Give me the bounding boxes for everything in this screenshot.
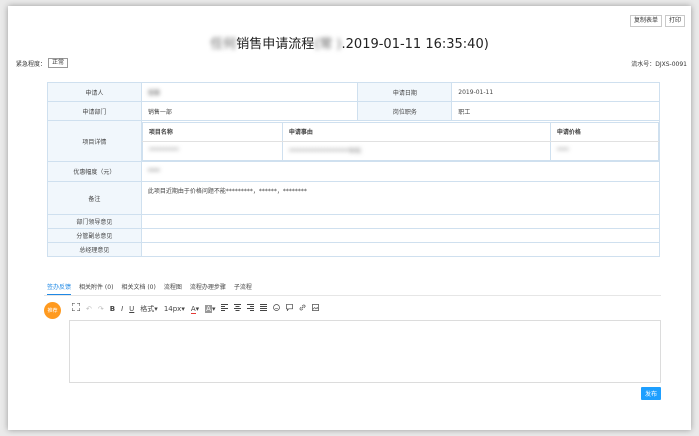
form-row-remark: 备注 此项目近期由于价格问题不能*********，******，*******… xyxy=(47,181,661,215)
publish-button[interactable]: 发布 xyxy=(641,387,662,400)
tab-steps[interactable]: 流程办理步骤 xyxy=(190,282,226,295)
font-color-button[interactable]: A▾ xyxy=(190,304,200,314)
undo-icon[interactable]: ↶ xyxy=(86,304,92,314)
project-name-cell: ********** xyxy=(141,140,283,161)
chevron-down-icon: ▾ xyxy=(154,304,158,313)
bg-color-button[interactable]: A▾ xyxy=(205,304,215,314)
form-row-dept: 申请部门 销售一部 岗位职务 职工 xyxy=(47,101,660,121)
project-header-price: 申请价格 xyxy=(549,121,660,142)
urgency-label: 紧急程度： xyxy=(16,60,47,68)
align-justify-icon[interactable] xyxy=(260,303,268,314)
applicant-value: 常事 xyxy=(140,82,359,102)
bold-button[interactable]: B xyxy=(110,304,115,314)
form-row-project: 项目详情 项目名称 申请事由 申请价格 ********** *********… xyxy=(47,120,661,162)
form-sheet: 复制表单 打印 任何销售申请流程(常 ).2019-01-11 16:35:40… xyxy=(8,6,691,430)
remark-value: 此项目近期由于价格问题不能*********，******，******** xyxy=(140,181,661,215)
title-main: 销售申请流程 xyxy=(236,37,315,52)
chevron-down-icon: ▾ xyxy=(211,304,216,313)
title-blurred-prefix: 任何 xyxy=(210,37,237,52)
feedback-editor[interactable] xyxy=(69,320,661,383)
project-label: 项目详情 xyxy=(47,120,142,162)
project-price-cell: **** xyxy=(549,140,660,161)
copy-form-button[interactable]: 复制表单 xyxy=(629,15,662,27)
link-icon[interactable] xyxy=(299,304,306,314)
gm-label: 总经理意见 xyxy=(47,242,142,257)
tab-subprocess[interactable]: 子流程 xyxy=(234,282,252,295)
position-value: 职工 xyxy=(451,101,660,121)
bottom-tabs: 签办反馈 相关附件 (0) 相关文档 (0) 流程图 流程办理步骤 子流程 xyxy=(47,282,252,295)
align-center-icon[interactable] xyxy=(234,303,242,314)
chevron-down-icon: ▾ xyxy=(181,304,185,313)
page-title: 任何销售申请流程(常 ).2019-01-11 16:35:40) xyxy=(8,33,691,52)
project-header-reason: 申请事由 xyxy=(281,121,551,142)
dept-label: 申请部门 xyxy=(47,101,142,121)
fontsize-label: 14px xyxy=(163,304,182,313)
tab-attachments[interactable]: 相关附件 (0) xyxy=(79,282,113,295)
vp-label: 分管副总意见 xyxy=(47,228,142,243)
bg-color-label: A xyxy=(205,304,212,313)
print-button[interactable]: 打印 xyxy=(664,15,685,27)
comment-icon[interactable] xyxy=(286,303,294,314)
form-row-gm: 总经理意见 xyxy=(47,242,661,257)
fullscreen-icon[interactable] xyxy=(71,302,81,314)
redo-icon[interactable]: ↷ xyxy=(98,304,104,314)
vp-value xyxy=(140,228,661,243)
discount-label: 优惠幅度（元） xyxy=(47,161,142,182)
italic-button[interactable]: I xyxy=(121,304,123,314)
project-header-name: 项目名称 xyxy=(141,121,283,142)
editor-toolbar: ↶ ↷ B I U 格式▾ 14px▾ A▾ A▾ xyxy=(71,302,320,314)
project-detail-table: 项目名称 申请事由 申请价格 ********** **************… xyxy=(141,121,660,161)
format-dropdown[interactable]: 格式▾ xyxy=(140,304,158,314)
project-row: ********** ********************年利 **** xyxy=(141,140,660,161)
form-row-dept-leader: 部门领导意见 xyxy=(47,214,661,229)
title-blurred-mid: (常 ) xyxy=(314,37,342,52)
align-right-icon[interactable] xyxy=(247,303,255,314)
dept-value: 销售一部 xyxy=(140,101,359,121)
tab-flowchart[interactable]: 流程图 xyxy=(164,282,182,295)
fontsize-dropdown[interactable]: 14px▾ xyxy=(164,304,185,314)
form-row-applicant: 申请人 常事 申请日期 2019-01-11 xyxy=(47,82,660,102)
applicant-label: 申请人 xyxy=(47,82,142,102)
chevron-down-icon: ▾ xyxy=(195,304,200,313)
form-row-vp: 分管副总意见 xyxy=(47,228,661,243)
dept-leader-value xyxy=(140,214,661,229)
avatar: 推荐 xyxy=(44,302,61,319)
format-label: 格式 xyxy=(140,304,155,313)
remark-label: 备注 xyxy=(47,181,142,215)
serial-number: 流水号：DJXS-0091 xyxy=(631,61,687,68)
position-label: 岗位职务 xyxy=(357,101,453,121)
project-header-row: 项目名称 申请事由 申请价格 xyxy=(141,121,660,142)
tab-feedback[interactable]: 签办反馈 xyxy=(47,282,72,295)
gm-value xyxy=(140,242,661,257)
underline-button[interactable]: U xyxy=(129,304,134,314)
image-icon[interactable] xyxy=(312,303,320,314)
tab-divider xyxy=(44,295,661,296)
urgency: 紧急程度： 正常 xyxy=(16,58,69,68)
discount-value: **** xyxy=(140,161,661,182)
title-datetime: .2019-01-11 16:35:40) xyxy=(341,37,489,52)
apply-date-value: 2019-01-11 xyxy=(451,82,660,102)
project-detail-cell: 项目名称 申请事由 申请价格 ********** **************… xyxy=(140,120,661,162)
project-reason-cell: ********************年利 xyxy=(281,140,551,161)
top-buttons: 复制表单 打印 xyxy=(629,15,685,27)
form-row-discount: 优惠幅度（元） **** xyxy=(47,161,661,182)
apply-date-label: 申请日期 xyxy=(357,82,453,102)
emoji-icon[interactable] xyxy=(273,303,281,314)
urgency-value: 正常 xyxy=(48,58,69,68)
application-form: 申请人 常事 申请日期 2019-01-11 申请部门 销售一部 岗位职务 职工… xyxy=(47,82,661,257)
align-left-icon[interactable] xyxy=(221,303,229,314)
tab-documents[interactable]: 相关文档 (0) xyxy=(121,282,155,295)
dept-leader-label: 部门领导意见 xyxy=(47,214,142,229)
